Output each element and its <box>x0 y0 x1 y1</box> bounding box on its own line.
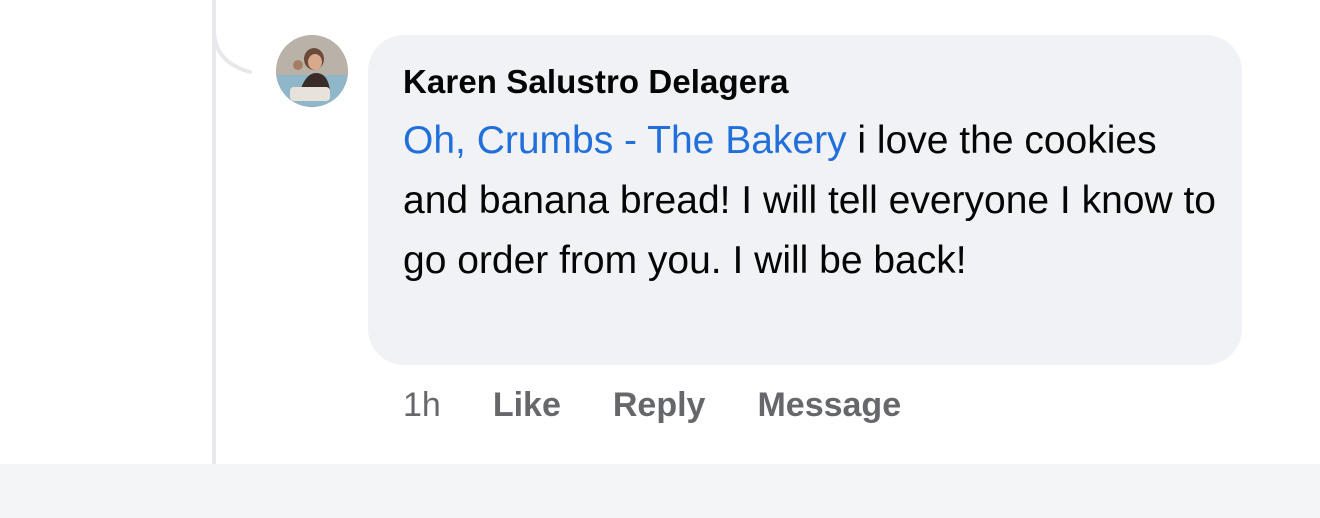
footer-bar <box>0 464 1320 518</box>
comment-author[interactable]: Karen Salustro Delagera <box>403 61 1208 103</box>
reply-button[interactable]: Reply <box>613 386 706 425</box>
comment-thread: Karen Salustro Delagera Oh, Crumbs - The… <box>0 0 1320 518</box>
comment-bubble: Karen Salustro Delagera Oh, Crumbs - The… <box>368 35 1242 365</box>
profile-photo-icon <box>276 35 348 107</box>
thread-connector <box>212 0 252 74</box>
like-button[interactable]: Like <box>493 386 561 425</box>
comment-actions: 1h Like Reply Message <box>403 380 953 430</box>
avatar[interactable] <box>276 35 348 107</box>
message-button[interactable]: Message <box>757 386 901 425</box>
comment-timestamp[interactable]: 1h <box>403 386 441 425</box>
comment-text: Oh, Crumbs - The Bakery i love the cooki… <box>403 111 1223 291</box>
page-mention-link[interactable]: Oh, Crumbs - The Bakery <box>403 119 847 162</box>
